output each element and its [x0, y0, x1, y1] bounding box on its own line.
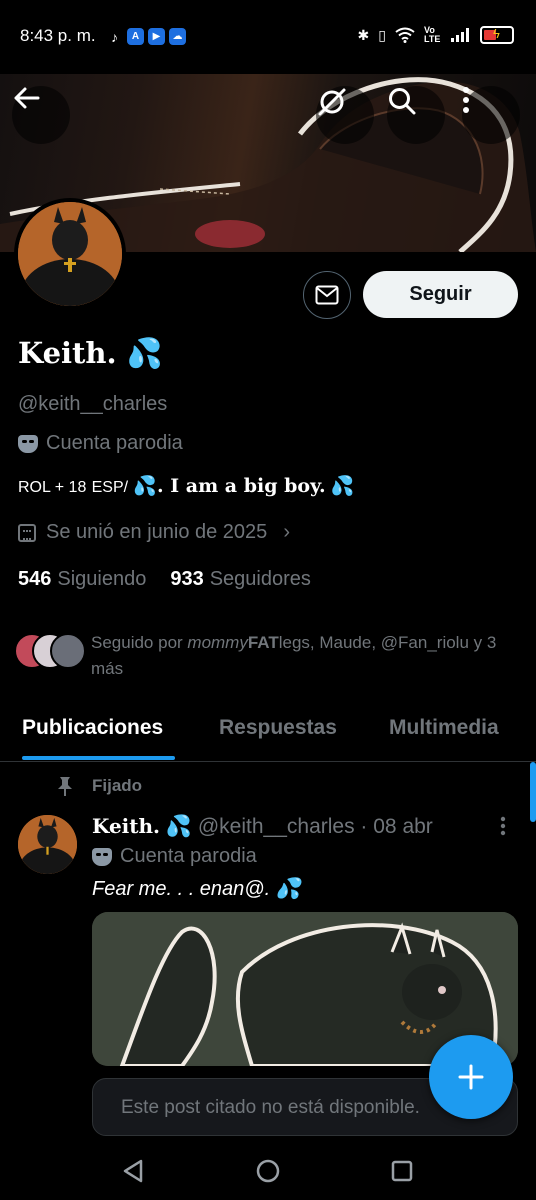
- scrollbar[interactable]: [530, 762, 536, 822]
- system-nav-bar: [0, 1140, 536, 1200]
- status-bar: 8:43 p. m. ♪ A ▶ ☁ ✱ ▯ Vo LTE ϟ: [0, 0, 536, 74]
- follower-avatar: [50, 633, 86, 669]
- triangle-back-icon: [123, 1159, 143, 1183]
- profile-tabs: Publicaciones Respuestas Multimedia: [0, 700, 536, 762]
- search-icon: [389, 88, 416, 115]
- parody-text: Cuenta parodia: [46, 432, 183, 454]
- cloud-icon: ☁: [169, 28, 186, 45]
- nav-back-button[interactable]: [118, 1156, 148, 1186]
- nav-home-button[interactable]: [253, 1156, 283, 1186]
- post-avatar[interactable]: [18, 815, 77, 874]
- system-icons: ✱ ▯ Vo LTE ϟ: [358, 26, 514, 44]
- mute-icon: [318, 88, 346, 116]
- follow-button[interactable]: Seguir: [363, 271, 518, 318]
- profile-handle: @keith__charles: [18, 393, 168, 415]
- plus-icon: [458, 1064, 484, 1090]
- back-button[interactable]: [12, 86, 70, 144]
- followed-name-part: FAT: [247, 633, 279, 652]
- followed-by-prefix: Seguido por: [91, 633, 188, 652]
- compose-post-button[interactable]: [429, 1035, 513, 1119]
- profile-name: Keith. 💦: [18, 336, 163, 371]
- bio-emoji-2: 💦: [330, 476, 355, 497]
- notification-icons: ♪ A ▶ ☁: [106, 28, 186, 45]
- mask-icon: [18, 434, 38, 453]
- status-time: 8:43 p. m.: [20, 26, 96, 45]
- post-more-button[interactable]: [500, 816, 510, 842]
- bio-lang: ESP/: [91, 479, 129, 496]
- search-button[interactable]: [387, 86, 445, 144]
- video-app-icon: ▶: [148, 28, 165, 45]
- profile-bio: ROL + 18 ESP/ 💦. I am a big boy. 💦: [18, 474, 355, 498]
- post-parody-label: Cuenta parodia: [92, 845, 257, 868]
- vibrate-icon: ▯: [378, 26, 386, 43]
- sweat-drops-emoji: 💦: [126, 336, 163, 370]
- post-author[interactable]: Keith.: [92, 814, 160, 838]
- tab-respuestas[interactable]: Respuestas: [219, 716, 337, 740]
- following-label: Siguiendo: [57, 568, 147, 590]
- message-button[interactable]: [303, 271, 351, 319]
- followed-name-part: mommy: [187, 633, 248, 652]
- post-author-emoji: 💦: [165, 815, 193, 838]
- more-button[interactable]: [462, 86, 520, 144]
- volte-label: Vo LTE: [424, 25, 441, 44]
- tab-multimedia[interactable]: Multimedia: [389, 716, 499, 740]
- wifi-icon: [395, 27, 415, 43]
- square-recents-icon: [391, 1160, 413, 1182]
- battery-icon: ϟ: [480, 26, 514, 44]
- joined-date[interactable]: Se unió en junio de 2025 ›: [18, 521, 290, 544]
- chevron-right-icon: ›: [283, 521, 290, 543]
- calendar-icon: [18, 523, 36, 542]
- post-text: Fear me. . . enan@. 💦: [92, 878, 301, 900]
- post-parody-text: Cuenta parodia: [120, 845, 257, 867]
- active-tab-indicator: [22, 756, 175, 760]
- arrow-left-icon: [14, 87, 40, 109]
- bio-prefix: ROL + 18: [18, 479, 87, 496]
- followers-count: 933: [170, 568, 204, 590]
- post-handle-date: @keith__charles · 08 abr: [197, 815, 433, 838]
- tab-publicaciones[interactable]: Publicaciones: [22, 716, 163, 740]
- parody-label: Cuenta parodia: [18, 432, 183, 455]
- profile-avatar[interactable]: [14, 198, 126, 310]
- more-vertical-icon: [500, 816, 506, 836]
- pin-icon: [58, 777, 72, 796]
- followed-by-text: Seguido por mommyFATlegs, Maude, @Fan_ri…: [91, 630, 511, 682]
- post-header: Keith. 💦 @keith__charles · 08 abr: [92, 814, 433, 839]
- tiktok-icon: ♪: [111, 28, 118, 45]
- joined-text: Se unió en junio de 2025: [46, 521, 268, 543]
- following-count: 546: [18, 568, 52, 590]
- following-link[interactable]: 546 Siguiendo: [18, 568, 146, 591]
- envelope-icon: [315, 285, 339, 305]
- more-vertical-icon: [463, 87, 469, 113]
- follow-stats: 546 Siguiendo 933 Seguidores: [18, 568, 311, 591]
- pinned-label: Fijado: [56, 776, 142, 796]
- mute-button[interactable]: [316, 86, 374, 144]
- app-store-icon: A: [127, 28, 144, 45]
- bluetooth-icon: ✱: [357, 26, 370, 43]
- signal-icon: [451, 28, 469, 42]
- followers-link[interactable]: 933 Seguidores: [170, 568, 311, 591]
- pinned-text: Fijado: [92, 776, 143, 795]
- profile-name-text: Keith.: [18, 336, 117, 370]
- followers-label: Seguidores: [209, 568, 311, 590]
- circle-home-icon: [256, 1159, 280, 1183]
- bio-emoji-1: 💦: [133, 476, 158, 497]
- nav-recents-button[interactable]: [387, 1156, 417, 1186]
- followed-name-part: legs: [278, 633, 310, 652]
- bio-main: . I am a big boy.: [157, 475, 326, 497]
- mask-icon: [92, 847, 112, 866]
